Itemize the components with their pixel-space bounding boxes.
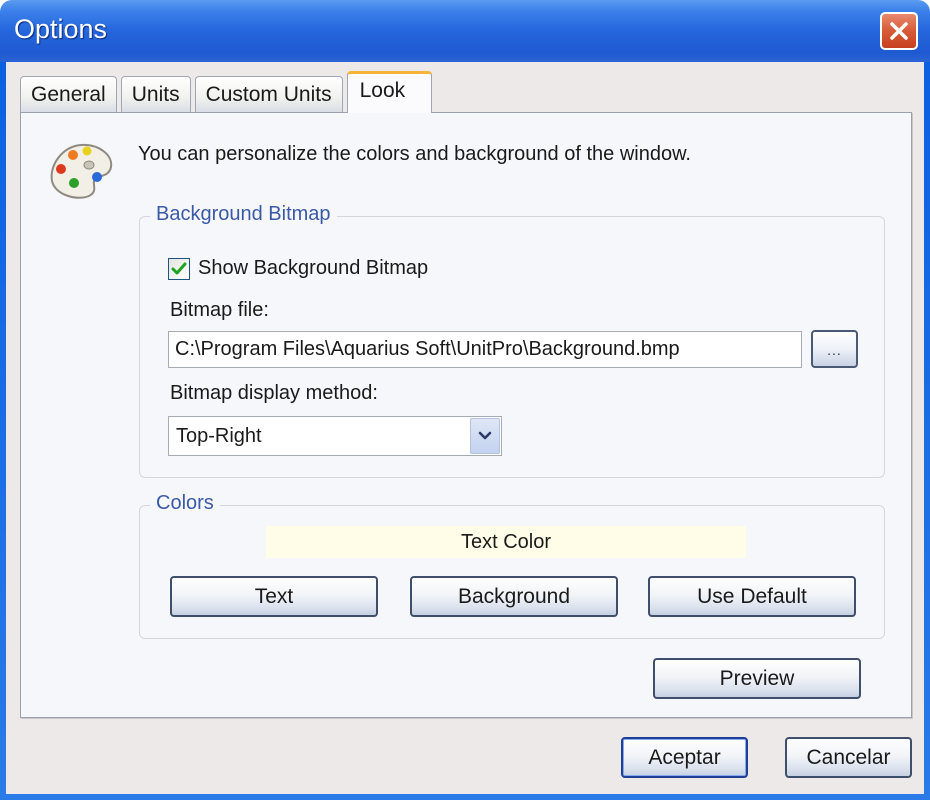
text-color-button[interactable]: Text (170, 576, 378, 617)
intro-text: You can personalize the colors and backg… (138, 143, 691, 165)
tab-look[interactable]: Look (346, 71, 433, 113)
close-button[interactable] (880, 12, 918, 50)
show-background-bitmap-checkbox[interactable]: Show Background Bitmap (168, 257, 428, 280)
colors-legend: Colors (150, 492, 220, 515)
options-dialog: Options General Units Custom Units Look (0, 0, 930, 800)
window-title: Options (14, 14, 108, 44)
checkmark-icon (171, 262, 187, 274)
background-bitmap-legend: Background Bitmap (150, 203, 337, 226)
bitmap-display-method-label: Bitmap display method: (170, 382, 378, 404)
colors-group: Colors Text Color Text Background Use De… (139, 492, 885, 639)
palette-icon (50, 143, 113, 199)
show-background-bitmap-label: Show Background Bitmap (198, 257, 429, 279)
tab-custom-units[interactable]: Custom Units (194, 76, 343, 112)
tab-general[interactable]: General (20, 76, 117, 112)
dropdown-button[interactable] (470, 418, 500, 454)
checkbox-box[interactable] (168, 257, 190, 280)
cancel-button[interactable]: Cancelar (785, 737, 912, 778)
bitmap-file-label: Bitmap file: (170, 299, 269, 321)
chevron-down-icon (478, 431, 492, 440)
preview-button[interactable]: Preview (653, 658, 861, 699)
dialog-client-area: General Units Custom Units Look You can … (6, 62, 924, 794)
title-bar[interactable]: Options (0, 0, 930, 62)
browse-button[interactable]: ... (811, 330, 858, 368)
look-tab-panel: You can personalize the colors and backg… (20, 112, 912, 718)
bitmap-display-method-select[interactable]: Top-Right (168, 416, 502, 456)
use-default-button[interactable]: Use Default (648, 576, 856, 617)
text-color-preview: Text Color (266, 526, 746, 558)
close-icon (890, 22, 908, 40)
bitmap-file-input[interactable]: C:\Program Files\Aquarius Soft\UnitPro\B… (168, 331, 802, 368)
background-bitmap-group: Background Bitmap Show Background Bitmap… (139, 203, 885, 478)
bitmap-display-method-value: Top-Right (176, 425, 262, 447)
accept-button[interactable]: Aceptar (621, 737, 748, 778)
tab-strip: General Units Custom Units Look (20, 71, 436, 113)
background-color-button[interactable]: Background (410, 576, 618, 617)
tab-units[interactable]: Units (120, 76, 191, 112)
